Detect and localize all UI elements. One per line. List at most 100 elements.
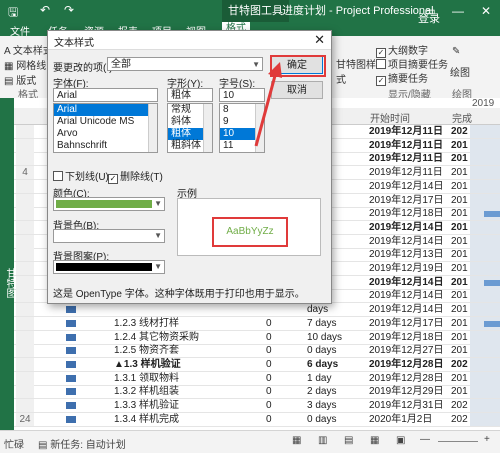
- task-start[interactable]: 2019年12月14日: [369, 303, 444, 316]
- gantt-cell[interactable]: [470, 344, 500, 358]
- table-row[interactable]: days 2019年12月14日 201: [14, 303, 500, 318]
- drawing-button[interactable]: 绘图: [450, 64, 470, 79]
- style-input[interactable]: 粗体: [167, 88, 213, 102]
- task-name[interactable]: 1.3.3 样机验证: [114, 399, 179, 412]
- task-duration[interactable]: 1 day: [307, 372, 331, 385]
- undo-icon[interactable]: ↶: [40, 3, 50, 17]
- task-start[interactable]: 2019年12月28日: [369, 372, 444, 385]
- row-number[interactable]: [16, 399, 34, 412]
- task-start[interactable]: 2019年12月13日: [369, 248, 444, 261]
- task-start[interactable]: 2019年12月14日: [369, 180, 444, 193]
- row-number[interactable]: [16, 179, 34, 193]
- gantt-cell[interactable]: [470, 179, 500, 193]
- start-column-header[interactable]: 开始时间: [370, 110, 410, 125]
- row-number[interactable]: [16, 207, 34, 221]
- task-finish[interactable]: 201: [451, 194, 468, 207]
- task-finish[interactable]: 201: [451, 221, 468, 234]
- task-finish[interactable]: 201: [451, 248, 468, 261]
- task-name[interactable]: 1.2.5 物资齐套: [114, 344, 179, 357]
- login-link[interactable]: 登录: [418, 10, 440, 26]
- gantt-cell[interactable]: [470, 412, 500, 426]
- task-duration[interactable]: 7 days: [307, 317, 336, 330]
- row-number[interactable]: [16, 138, 34, 152]
- new-task-mode[interactable]: ▤ 新任务: 自动计划: [38, 436, 126, 451]
- row-number[interactable]: [16, 193, 34, 207]
- zoom-slider[interactable]: [438, 441, 478, 442]
- task-name[interactable]: 1.3.1 领取物料: [114, 372, 179, 385]
- task-name[interactable]: 1.3.4 样机完成: [114, 413, 179, 426]
- row-number[interactable]: [16, 385, 34, 399]
- style-list-scrollbar[interactable]: [203, 104, 212, 152]
- row-number[interactable]: [16, 248, 34, 262]
- task-start[interactable]: 2019年12月14日: [369, 276, 444, 289]
- report-icon[interactable]: ▣: [396, 435, 405, 446]
- row-number[interactable]: [16, 220, 34, 234]
- gantt-cell[interactable]: [470, 357, 500, 371]
- task-finish[interactable]: 201: [451, 235, 468, 248]
- gantt-cell[interactable]: [470, 262, 500, 275]
- close-icon[interactable]: ✕: [314, 32, 325, 48]
- task-start[interactable]: 2019年12月19日: [369, 262, 444, 275]
- gantt-cell[interactable]: [470, 166, 500, 180]
- row-number[interactable]: [16, 371, 34, 385]
- gantt-cell[interactable]: [470, 385, 500, 399]
- gantt-cell[interactable]: [470, 371, 500, 385]
- team-planner-icon[interactable]: ▤: [344, 435, 353, 446]
- gantt-cell[interactable]: [470, 125, 500, 138]
- row-number[interactable]: [16, 330, 34, 344]
- project-summary-checkbox[interactable]: 项目摘要任务: [376, 56, 448, 71]
- row-number[interactable]: [16, 344, 34, 358]
- row-number[interactable]: [16, 152, 34, 166]
- table-row[interactable]: ▲1.3 样机验证 0 6 days 2019年12月28日 202: [14, 357, 500, 372]
- task-duration[interactable]: 10 days: [307, 331, 342, 344]
- save-icon[interactable]: 🖫: [8, 3, 18, 24]
- drawing-icon[interactable]: ✎: [452, 46, 460, 57]
- gridlines-button[interactable]: ▦ 网格线: [4, 57, 46, 72]
- gantt-cell[interactable]: [470, 248, 500, 262]
- table-row[interactable]: 1.3.2 样机组装 0 2 days 2019年12月29日 201: [14, 385, 500, 400]
- task-duration[interactable]: days: [307, 303, 328, 316]
- task-start[interactable]: 2019年12月31日: [369, 399, 444, 412]
- underline-checkbox[interactable]: 下划线(U): [53, 168, 109, 183]
- background-color-select[interactable]: ▼: [53, 229, 165, 243]
- row-number[interactable]: 24: [16, 412, 34, 426]
- task-start[interactable]: 2019年12月14日: [369, 289, 444, 302]
- font-list-scrollbar[interactable]: [148, 104, 157, 152]
- task-duration[interactable]: 6 days: [307, 358, 338, 371]
- task-finish[interactable]: 201: [451, 139, 468, 152]
- strikethrough-checkbox[interactable]: 删除线(T): [108, 168, 163, 184]
- task-finish[interactable]: 201: [451, 303, 468, 316]
- task-start[interactable]: 2019年12月14日: [369, 221, 444, 234]
- redo-icon[interactable]: ↷: [64, 3, 74, 17]
- table-row[interactable]: 1.2.5 物资齐套 0 0 days 2019年12月27日 201: [14, 344, 500, 359]
- background-pattern-select[interactable]: ▼: [53, 260, 165, 274]
- row-number[interactable]: [16, 234, 34, 248]
- task-start[interactable]: 2019年12月14日: [369, 235, 444, 248]
- table-row[interactable]: 24 1.3.4 样机完成 0 0 days 2020年1月2日 202: [14, 412, 500, 427]
- gantt-style-button[interactable]: 甘特图样式: [336, 56, 376, 86]
- list-item[interactable]: Arial Unicode MS: [54, 116, 157, 128]
- text-styles-button[interactable]: A 文本样式: [4, 42, 53, 57]
- task-finish[interactable]: 201: [451, 152, 468, 165]
- task-start[interactable]: 2019年12月11日: [369, 166, 443, 179]
- task-finish[interactable]: 202: [451, 413, 468, 426]
- task-finish[interactable]: 201: [451, 180, 468, 193]
- zoom-out-icon[interactable]: —: [420, 434, 430, 445]
- row-number[interactable]: [16, 303, 34, 317]
- task-finish[interactable]: 201: [451, 372, 468, 385]
- task-name[interactable]: 1.2.3 线材打样: [114, 317, 179, 330]
- task-name[interactable]: 1.2.4 其它物资采购: [114, 331, 199, 344]
- gantt-bar[interactable]: [484, 320, 500, 327]
- task-start[interactable]: 2019年12月18日: [369, 207, 444, 220]
- row-number[interactable]: [16, 262, 34, 275]
- close-window-icon[interactable]: ✕: [472, 0, 500, 22]
- task-finish[interactable]: 202: [451, 399, 468, 412]
- gantt-cell[interactable]: [470, 303, 500, 317]
- task-name[interactable]: 1.3.2 样机组装: [114, 385, 179, 398]
- task-duration[interactable]: 0 days: [307, 344, 336, 357]
- gantt-cell[interactable]: [470, 330, 500, 344]
- task-finish[interactable]: 201: [451, 331, 468, 344]
- task-start[interactable]: 2019年12月27日: [369, 344, 444, 357]
- gantt-cell[interactable]: [470, 220, 500, 234]
- gantt-cell[interactable]: [470, 193, 500, 207]
